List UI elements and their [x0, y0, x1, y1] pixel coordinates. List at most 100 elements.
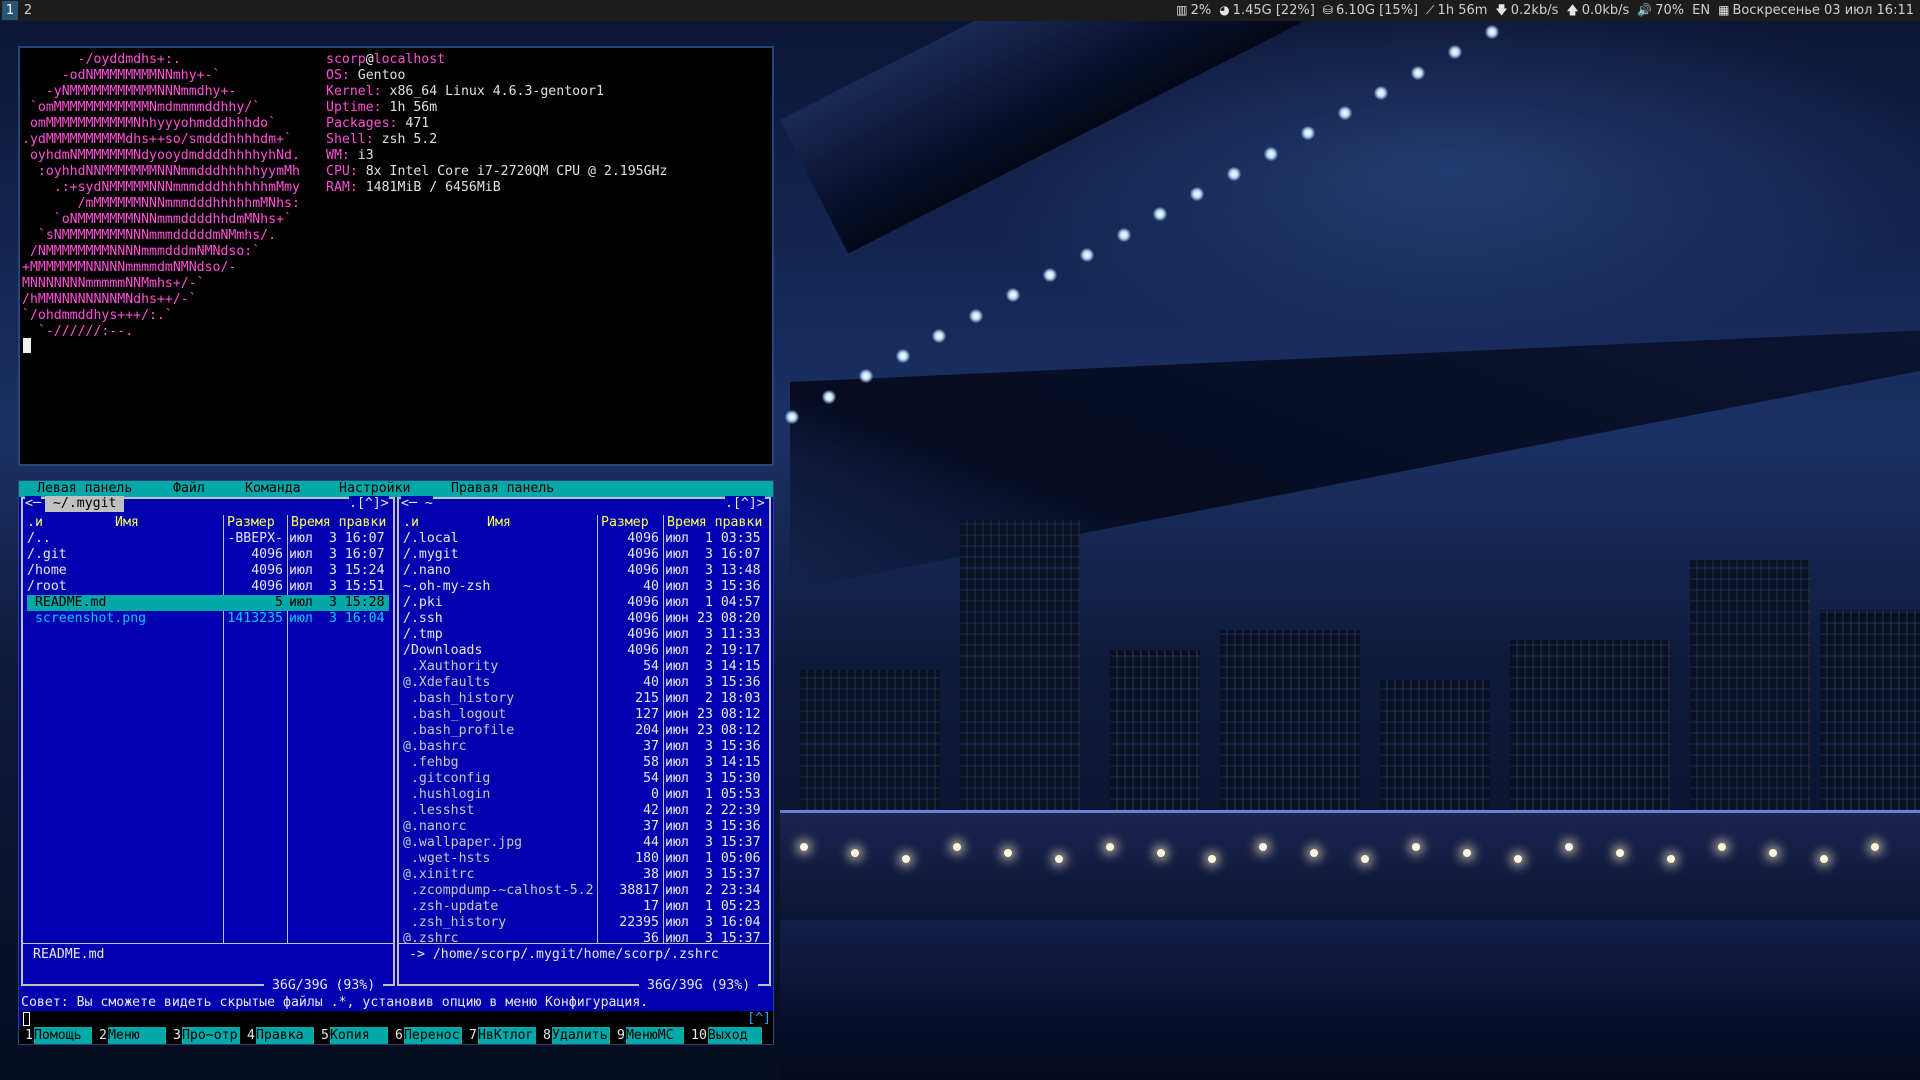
street-lamp — [1310, 849, 1318, 857]
workspace-2-button[interactable]: 2 — [20, 1, 36, 20]
file-row[interactable]: /.git 4096 июл 3 16:07 — [27, 547, 389, 563]
street-lamp — [851, 849, 859, 857]
file-row[interactable]: .hushlogin 0 июл 1 05:53 — [403, 787, 765, 803]
neofetch-row: Kernel: x86_64 Linux 4.6.3-gentoor1 — [326, 84, 604, 99]
menu-command[interactable]: Команда — [245, 481, 301, 497]
file-size: 4096 — [251, 579, 283, 594]
sort-indicator[interactable]: .и — [27, 515, 43, 531]
f8-key-button[interactable]: 8Удалить — [543, 1027, 610, 1044]
file-row[interactable]: .fehbg 58 июл 3 14:15 — [403, 755, 765, 771]
file-row[interactable]: .bash_history 215 июл 2 18:03 — [403, 691, 765, 707]
status-block-calendar-icon: ▦ Воскресенье 03 июл 16:11 — [1718, 3, 1914, 18]
street-lamp — [902, 855, 910, 863]
file-name: @.xinitrc — [403, 867, 475, 882]
file-row[interactable]: @.zshrc 36 июл 3 15:37 — [403, 931, 765, 947]
left-file-panel[interactable]: <─ ~/.mygit .[^]> .и Имя Размер Время пр… — [21, 496, 395, 986]
column-name-header[interactable]: Имя — [487, 515, 511, 531]
file-row[interactable]: /.local 4096 июл 1 03:35 — [403, 531, 765, 547]
file-size: 54 — [643, 659, 659, 674]
command-line[interactable]: [^] — [21, 1011, 773, 1027]
file-row[interactable]: .gitconfig 54 июл 3 15:30 — [403, 771, 765, 787]
menu-left-panel[interactable]: Левая панель — [37, 481, 132, 497]
f3-key-button[interactable]: 3Про~отр — [173, 1027, 240, 1044]
file-row[interactable]: /.pki 4096 июл 1 04:57 — [403, 595, 765, 611]
file-row[interactable]: screenshot.png 1413235 июл 3 16:04 — [27, 611, 389, 627]
menu-options[interactable]: Настройки — [339, 481, 410, 497]
right-file-panel[interactable]: <─ ~ .[^]> .и Имя Размер Время правки /.… — [397, 496, 771, 986]
f6-key-button[interactable]: 6Перенос — [395, 1027, 462, 1044]
file-mtime: 3 16:04 — [697, 915, 761, 930]
file-month: июл — [665, 643, 689, 658]
file-row[interactable]: /.mygit 4096 июл 3 16:07 — [403, 547, 765, 563]
terminal-window[interactable]: -/oyddmdhs+:. -odNMMMMMMMMNNmhy+-` -yNMM… — [18, 46, 774, 466]
status-block-download-arrow-icon: 🡇 0.2kb/s — [1495, 3, 1559, 18]
f9-key-button[interactable]: 9МенюMC — [617, 1027, 684, 1044]
file-row[interactable]: /.. -ВВЕРХ-июл 3 16:07 — [27, 531, 389, 547]
column-size-header[interactable]: Размер — [601, 515, 649, 531]
left-panel-nav[interactable]: <─ — [25, 496, 41, 512]
uptime-graph-icon: ⟋ — [1426, 3, 1435, 17]
file-row[interactable]: /home 4096 июл 3 15:24 — [27, 563, 389, 579]
file-size: 180 — [635, 851, 659, 866]
menu-right-panel[interactable]: Правая панель — [451, 481, 554, 497]
f5-key-button[interactable]: 5Копия — [321, 1027, 388, 1044]
file-row[interactable]: /.tmp 4096 июл 3 11:33 — [403, 627, 765, 643]
column-mtime-header[interactable]: Время правки — [667, 515, 762, 531]
file-row[interactable]: /Downloads 4096 июл 2 19:17 — [403, 643, 765, 659]
file-name: /.mygit — [403, 547, 459, 562]
file-row[interactable]: /root 4096 июл 3 15:51 — [27, 579, 389, 595]
column-size-header[interactable]: Размер — [227, 515, 275, 531]
file-row[interactable]: @.nanorc 37 июл 3 15:36 — [403, 819, 765, 835]
right-panel-path[interactable]: <─ ~ — [401, 496, 433, 512]
file-mtime: 3 16:04 — [321, 611, 385, 626]
street-lamp — [1514, 855, 1522, 863]
file-row[interactable]: .bash_logout 127 июн 23 08:12 — [403, 707, 765, 723]
file-mtime: 3 15:28 — [321, 595, 385, 610]
street-lamp — [1769, 849, 1777, 857]
f10-key-button[interactable]: 10Выход — [691, 1027, 762, 1044]
file-size: 44 — [643, 835, 659, 850]
file-row[interactable]: .wget-hsts 180 июл 1 05:06 — [403, 851, 765, 867]
file-mtime: 3 15:37 — [697, 835, 761, 850]
f7-key-button[interactable]: 7НвКтлог — [469, 1027, 536, 1044]
right-panel-history-button[interactable]: .[^]> — [725, 496, 765, 512]
file-size: 37 — [643, 739, 659, 754]
file-row[interactable]: /.nano 4096 июл 3 13:48 — [403, 563, 765, 579]
f1-key-button[interactable]: 1Помощь — [25, 1027, 92, 1044]
column-name-header[interactable]: Имя — [115, 515, 139, 531]
menu-file[interactable]: Файл — [173, 481, 205, 497]
file-row[interactable]: @.xinitrc 38 июл 3 15:37 — [403, 867, 765, 883]
file-row[interactable]: @.wallpaper.jpg 44 июл 3 15:37 — [403, 835, 765, 851]
file-row[interactable]: .bash_profile 204 июн 23 08:12 — [403, 723, 765, 739]
f2-key-button[interactable]: 2Меню — [99, 1027, 166, 1044]
file-row[interactable]: @.bashrc 37 июл 3 15:36 — [403, 739, 765, 755]
left-panel-history-button[interactable]: .[^]> — [349, 496, 389, 512]
file-size: -ВВЕРХ- — [227, 531, 283, 546]
neofetch-row: Packages: 471 — [326, 116, 430, 131]
file-mtime: 3 13:48 — [697, 563, 761, 578]
column-mtime-header[interactable]: Время правки — [291, 515, 386, 531]
file-size: 4096 — [627, 531, 659, 546]
file-name: .fehbg — [403, 755, 459, 770]
file-row[interactable]: README.md 5 июл 3 15:28 — [27, 595, 389, 611]
file-row[interactable]: .zsh-update 17 июл 1 05:23 — [403, 899, 765, 915]
file-row[interactable]: .Xauthority 54 июл 3 14:15 — [403, 659, 765, 675]
f4-key-button[interactable]: 4Правка — [247, 1027, 314, 1044]
workspace-1-button[interactable]: 1 — [2, 1, 18, 20]
file-size: 58 — [643, 755, 659, 770]
file-row[interactable]: ~.oh-my-zsh 40 июл 3 15:36 — [403, 579, 765, 595]
file-row[interactable]: .zsh_history 22395 июл 3 16:04 — [403, 915, 765, 931]
file-row[interactable]: .zcompdump-~calhost-5.2 38817 июл 2 23:34 — [403, 883, 765, 899]
file-month: июл — [289, 531, 313, 546]
file-row[interactable]: .lesshst 42 июл 2 22:39 — [403, 803, 765, 819]
command-history-button[interactable]: [^] — [747, 1011, 771, 1027]
status-block-disk-icon: ⛁ 6.10G [15%] — [1322, 3, 1419, 18]
file-month: июл — [665, 595, 689, 610]
midnight-commander-window[interactable]: Левая панель Файл Команда Настройки Прав… — [18, 480, 774, 1045]
bridge-lamp — [932, 328, 947, 343]
sort-indicator[interactable]: .и — [403, 515, 419, 531]
file-row[interactable]: @.Xdefaults 40 июл 3 15:36 — [403, 675, 765, 691]
file-size: 38 — [643, 867, 659, 882]
file-row[interactable]: /.ssh 4096 июн 23 08:20 — [403, 611, 765, 627]
file-mtime: 3 16:07 — [697, 547, 761, 562]
